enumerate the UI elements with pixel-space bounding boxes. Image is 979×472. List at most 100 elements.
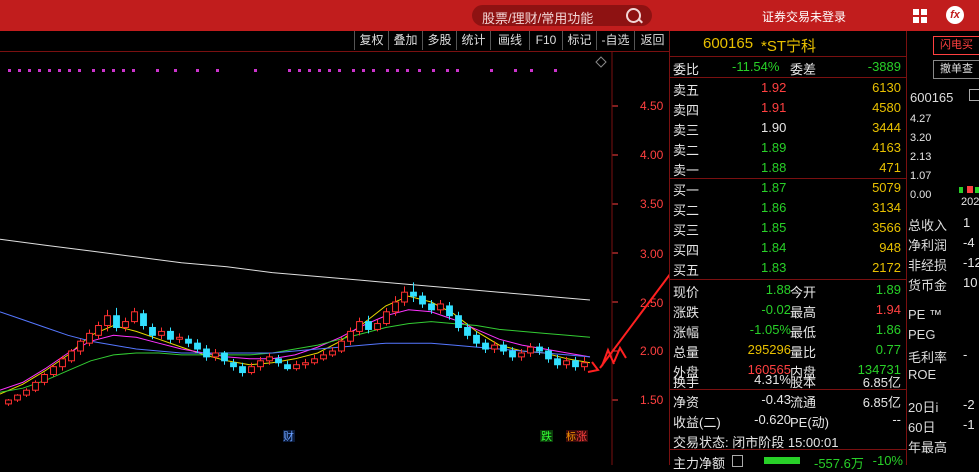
fund-value: 6.85亿: [862, 375, 901, 390]
signal-dot: [418, 69, 421, 72]
fund-row[interactable]: 收益(二) -0.620 PE(动) --: [670, 410, 907, 430]
signal-dot: [338, 69, 341, 72]
signal-dot: [328, 69, 331, 72]
fund-label: 流通: [790, 395, 817, 410]
signal-dot: [386, 69, 389, 72]
candle-body: [59, 358, 66, 368]
y-tick-label: 4.50: [640, 99, 664, 113]
candle-body: [356, 321, 363, 332]
buy-row[interactable]: 买二 1.86 3134: [670, 198, 907, 218]
signal-dot: [68, 69, 71, 72]
buy-row[interactable]: 买四 1.84 948: [670, 238, 907, 258]
trade-status-text: 交易状态: 闭市阶段 15:00:01: [673, 435, 839, 450]
zhuli-doc-icon[interactable]: [732, 455, 743, 467]
candle-body: [482, 342, 489, 350]
login-status[interactable]: 证券交易未登录: [762, 8, 846, 25]
candle-body: [176, 336, 183, 340]
fuquan-button[interactable]: 复权: [354, 31, 388, 50]
flash-buy-button[interactable]: 闪电买: [933, 36, 979, 55]
sell-volume: 471: [879, 160, 901, 175]
buy-row[interactable]: 买三 1.85 3566: [670, 218, 907, 238]
y-tick-label: 2.00: [640, 344, 664, 358]
side-metric-value: -4: [963, 235, 975, 250]
stat-label: 量比: [790, 345, 817, 360]
sell-level-label: 卖四: [673, 103, 700, 118]
sell-row[interactable]: 卖二 1.89 4163: [670, 138, 907, 158]
candle-body: [149, 326, 156, 336]
side-expand-icon[interactable]: [969, 89, 979, 101]
side-panel: 闪电买 撤单查 600165 4.27 3.20 2.13 1.07 0.00 202 总…: [906, 31, 979, 465]
chart-collapse-icon[interactable]: [595, 56, 607, 68]
stat-row[interactable]: 涨跌 -0.02 最高 1.94: [670, 300, 907, 320]
cancel-query-button[interactable]: 撤单查: [933, 60, 979, 79]
signal-dot: [78, 69, 81, 72]
stat-row[interactable]: 总量 295296 量比 0.77: [670, 340, 907, 360]
candles: [5, 282, 588, 406]
multi-stock-button[interactable]: 多股: [422, 31, 456, 50]
candle-body: [518, 352, 525, 358]
overlay-button[interactable]: 叠加: [388, 31, 422, 50]
fund-row[interactable]: 换手 4.31% 股本 6.85亿: [670, 370, 907, 390]
quote-panel: 600165 *ST宁科 委比 -11.54% 委差 -3889 卖五 1.92 6…: [669, 31, 907, 471]
buy-level-label: 买三: [673, 223, 700, 238]
buy-row[interactable]: 买五 1.83 2172: [670, 258, 907, 278]
signal-dot: [288, 69, 291, 72]
draw-line-button[interactable]: 画线: [490, 31, 529, 50]
fund-value: -0.620: [754, 412, 791, 427]
weibi-label: 委比: [673, 62, 700, 77]
candle-body: [563, 360, 570, 366]
signal-dot: [530, 69, 533, 72]
side-chart-tick: 4.27: [910, 113, 932, 125]
stat-value: 1.94: [875, 302, 901, 317]
candle-body: [365, 321, 372, 330]
buy-volume: 2172: [872, 260, 901, 275]
side-metric-value: 1: [963, 215, 971, 230]
signal-dot: [216, 69, 219, 72]
buy-row[interactable]: 买一 1.87 5079: [670, 178, 907, 198]
search-input[interactable]: 股票/理财/常用功能: [482, 8, 593, 27]
fx-icon[interactable]: fx: [946, 6, 964, 24]
side-metric-value: -2: [963, 397, 975, 412]
windows-icon[interactable]: [913, 9, 927, 23]
side-metric-label: 非经损: [908, 258, 948, 273]
candle-body: [86, 332, 93, 344]
search-box[interactable]: 股票/理财/常用功能: [472, 5, 652, 26]
statistics-button[interactable]: 统计: [456, 31, 490, 50]
side-metric-value: 10: [963, 275, 978, 290]
stat-label: 最高: [790, 305, 817, 320]
candle-body: [527, 346, 534, 354]
kline-svg[interactable]: 4.50 4.00 3.50 3.00 2.50 2.00 1.50 财 跌 标…: [0, 52, 745, 465]
candle-body: [329, 350, 336, 356]
signal-dot: [156, 69, 159, 72]
candle-body: [14, 394, 21, 401]
f10-button[interactable]: F10: [529, 31, 562, 50]
search-icon[interactable]: [626, 8, 641, 23]
stat-row[interactable]: 涨幅 -1.05% 最低 1.86: [670, 320, 907, 340]
stat-value: 0.77: [875, 342, 901, 357]
weibi-value: -11.54%: [732, 59, 780, 74]
candle-body: [392, 301, 399, 313]
sell-row[interactable]: 卖一 1.88 471: [670, 158, 907, 178]
signal-dot: [28, 69, 31, 72]
zhuli-value: -557.6万: [814, 456, 864, 471]
sell-row[interactable]: 卖三 1.90 3444: [670, 118, 907, 138]
sell-row[interactable]: 卖四 1.91 4580: [670, 98, 907, 118]
candle-body: [491, 344, 498, 350]
candle-body: [95, 325, 102, 336]
ma-lines: [0, 238, 591, 395]
candle-body: [572, 360, 579, 368]
mark-button[interactable]: 标记: [562, 31, 596, 50]
signal-dot: [362, 69, 365, 72]
fund-value: --: [892, 412, 901, 427]
signal-dot: [446, 69, 449, 72]
candle-body: [194, 342, 201, 350]
back-button[interactable]: 返回: [634, 31, 670, 50]
kline-chart[interactable]: 4.50 4.00 3.50 3.00 2.50 2.00 1.50 财 跌 标…: [0, 52, 745, 465]
candle-body: [68, 350, 75, 362]
sell-row[interactable]: 卖五 1.92 6130: [670, 78, 907, 98]
fund-row[interactable]: 净资 -0.43 流通 6.85亿: [670, 390, 907, 410]
candle-body: [158, 330, 165, 336]
candle-body: [167, 330, 174, 340]
stat-row[interactable]: 现价 1.88 今开 1.89: [670, 280, 907, 300]
add-watchlist-button[interactable]: -自选: [596, 31, 634, 50]
